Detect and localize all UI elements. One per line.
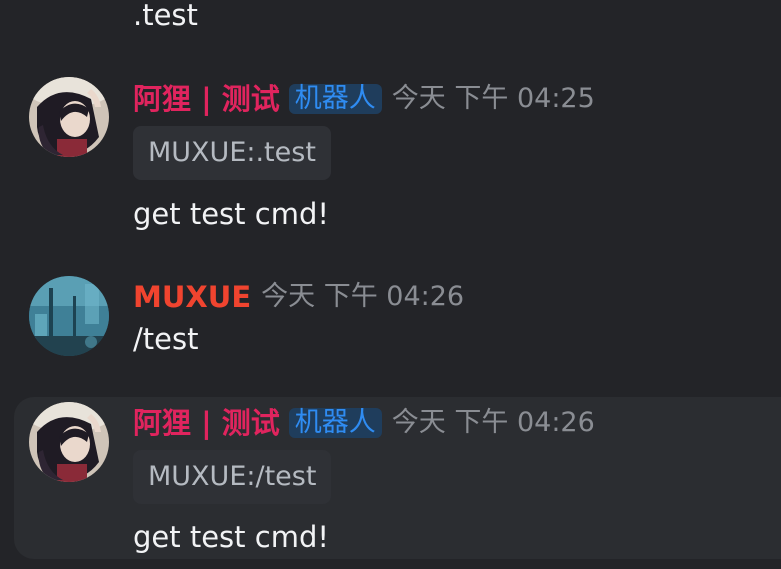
anime-character-avatar-icon [29, 77, 109, 157]
author-name[interactable]: 阿狸 | 测试 [133, 404, 280, 442]
author-name[interactable]: 阿狸 | 测试 [133, 80, 280, 118]
message-text: /test [133, 322, 199, 356]
timestamp[interactable]: 今天 下午 04:25 [392, 80, 595, 118]
bot-badge: 机器人 [288, 408, 382, 438]
bot-avatar[interactable] [29, 77, 109, 157]
timestamp[interactable]: 今天 下午 04:26 [392, 404, 595, 442]
bot-avatar[interactable] [29, 402, 109, 482]
message-text: .test [133, 0, 198, 32]
message-text: get test cmd! [133, 520, 329, 554]
bot-badge: 机器人 [288, 84, 382, 114]
message-header: 阿狸 | 测试 机器人 今天 下午 04:26 [133, 404, 595, 442]
blue-scene-avatar-icon [29, 276, 109, 356]
user-avatar[interactable] [29, 276, 109, 356]
anime-character-avatar-icon [29, 402, 109, 482]
chat-message-list: .test 阿狸 | 测试 机器人 今天 下午 04:25 MUXUE:.tes… [0, 0, 781, 569]
message-embed: MUXUE:.test [133, 126, 331, 180]
timestamp[interactable]: 今天 下午 04:26 [261, 278, 464, 316]
author-name[interactable]: MUXUE [133, 278, 251, 316]
message-header: MUXUE 今天 下午 04:26 [133, 278, 464, 316]
message-text: get test cmd! [133, 197, 329, 231]
message-embed: MUXUE:/test [133, 450, 332, 504]
message-header: 阿狸 | 测试 机器人 今天 下午 04:25 [133, 80, 595, 118]
